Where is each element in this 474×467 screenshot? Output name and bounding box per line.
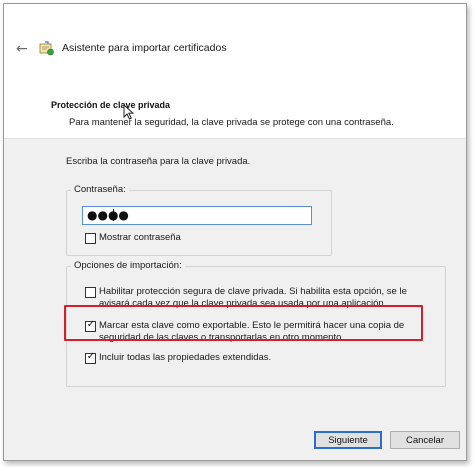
wizard-footer: Siguiente Cancelar <box>4 417 466 460</box>
page-header: Protección de clave privada Para mantene… <box>4 88 466 139</box>
password-instruction: Escriba la contraseña para la clave priv… <box>66 156 251 167</box>
password-input[interactable]: ●●●● <box>82 206 312 225</box>
back-arrow-icon[interactable]: ← <box>16 42 30 56</box>
mouse-pointer-icon <box>123 104 135 120</box>
show-password-label: Mostrar contraseña <box>99 232 181 243</box>
import-options-legend: Opciones de importación: <box>71 260 185 271</box>
certificate-wizard-icon <box>39 41 54 56</box>
title-bar: ← Asistente para importar certificados <box>4 4 466 88</box>
text-caret <box>113 209 114 221</box>
show-password-checkbox[interactable] <box>85 233 96 244</box>
exportable-option-highlight <box>64 305 423 341</box>
section-description: Para mantener la seguridad, la clave pri… <box>69 117 394 128</box>
password-masked-value: ●●●● <box>87 208 129 222</box>
wizard-body: Escriba la contraseña para la clave priv… <box>4 139 466 417</box>
cancel-button[interactable]: Cancelar <box>390 431 460 449</box>
window-title: Asistente para importar certificados <box>62 42 227 54</box>
extended-properties-checkbox[interactable]: ✓ <box>85 351 96 364</box>
wizard-window: ← Asistente para importar certificados P… <box>3 3 467 461</box>
check-icon: ✓ <box>86 351 96 362</box>
section-title: Protección de clave privada <box>51 100 171 110</box>
strong-protection-label-line1: Habilitar protección segura de clave pri… <box>99 286 407 297</box>
extended-properties-label: Incluir todas las propiedades extendidas… <box>99 352 272 363</box>
password-group: Contraseña: ●●●● Mostrar contraseña <box>66 184 332 256</box>
strong-protection-checkbox[interactable] <box>85 287 96 298</box>
next-button[interactable]: Siguiente <box>314 431 382 449</box>
password-group-legend: Contraseña: <box>71 184 129 195</box>
